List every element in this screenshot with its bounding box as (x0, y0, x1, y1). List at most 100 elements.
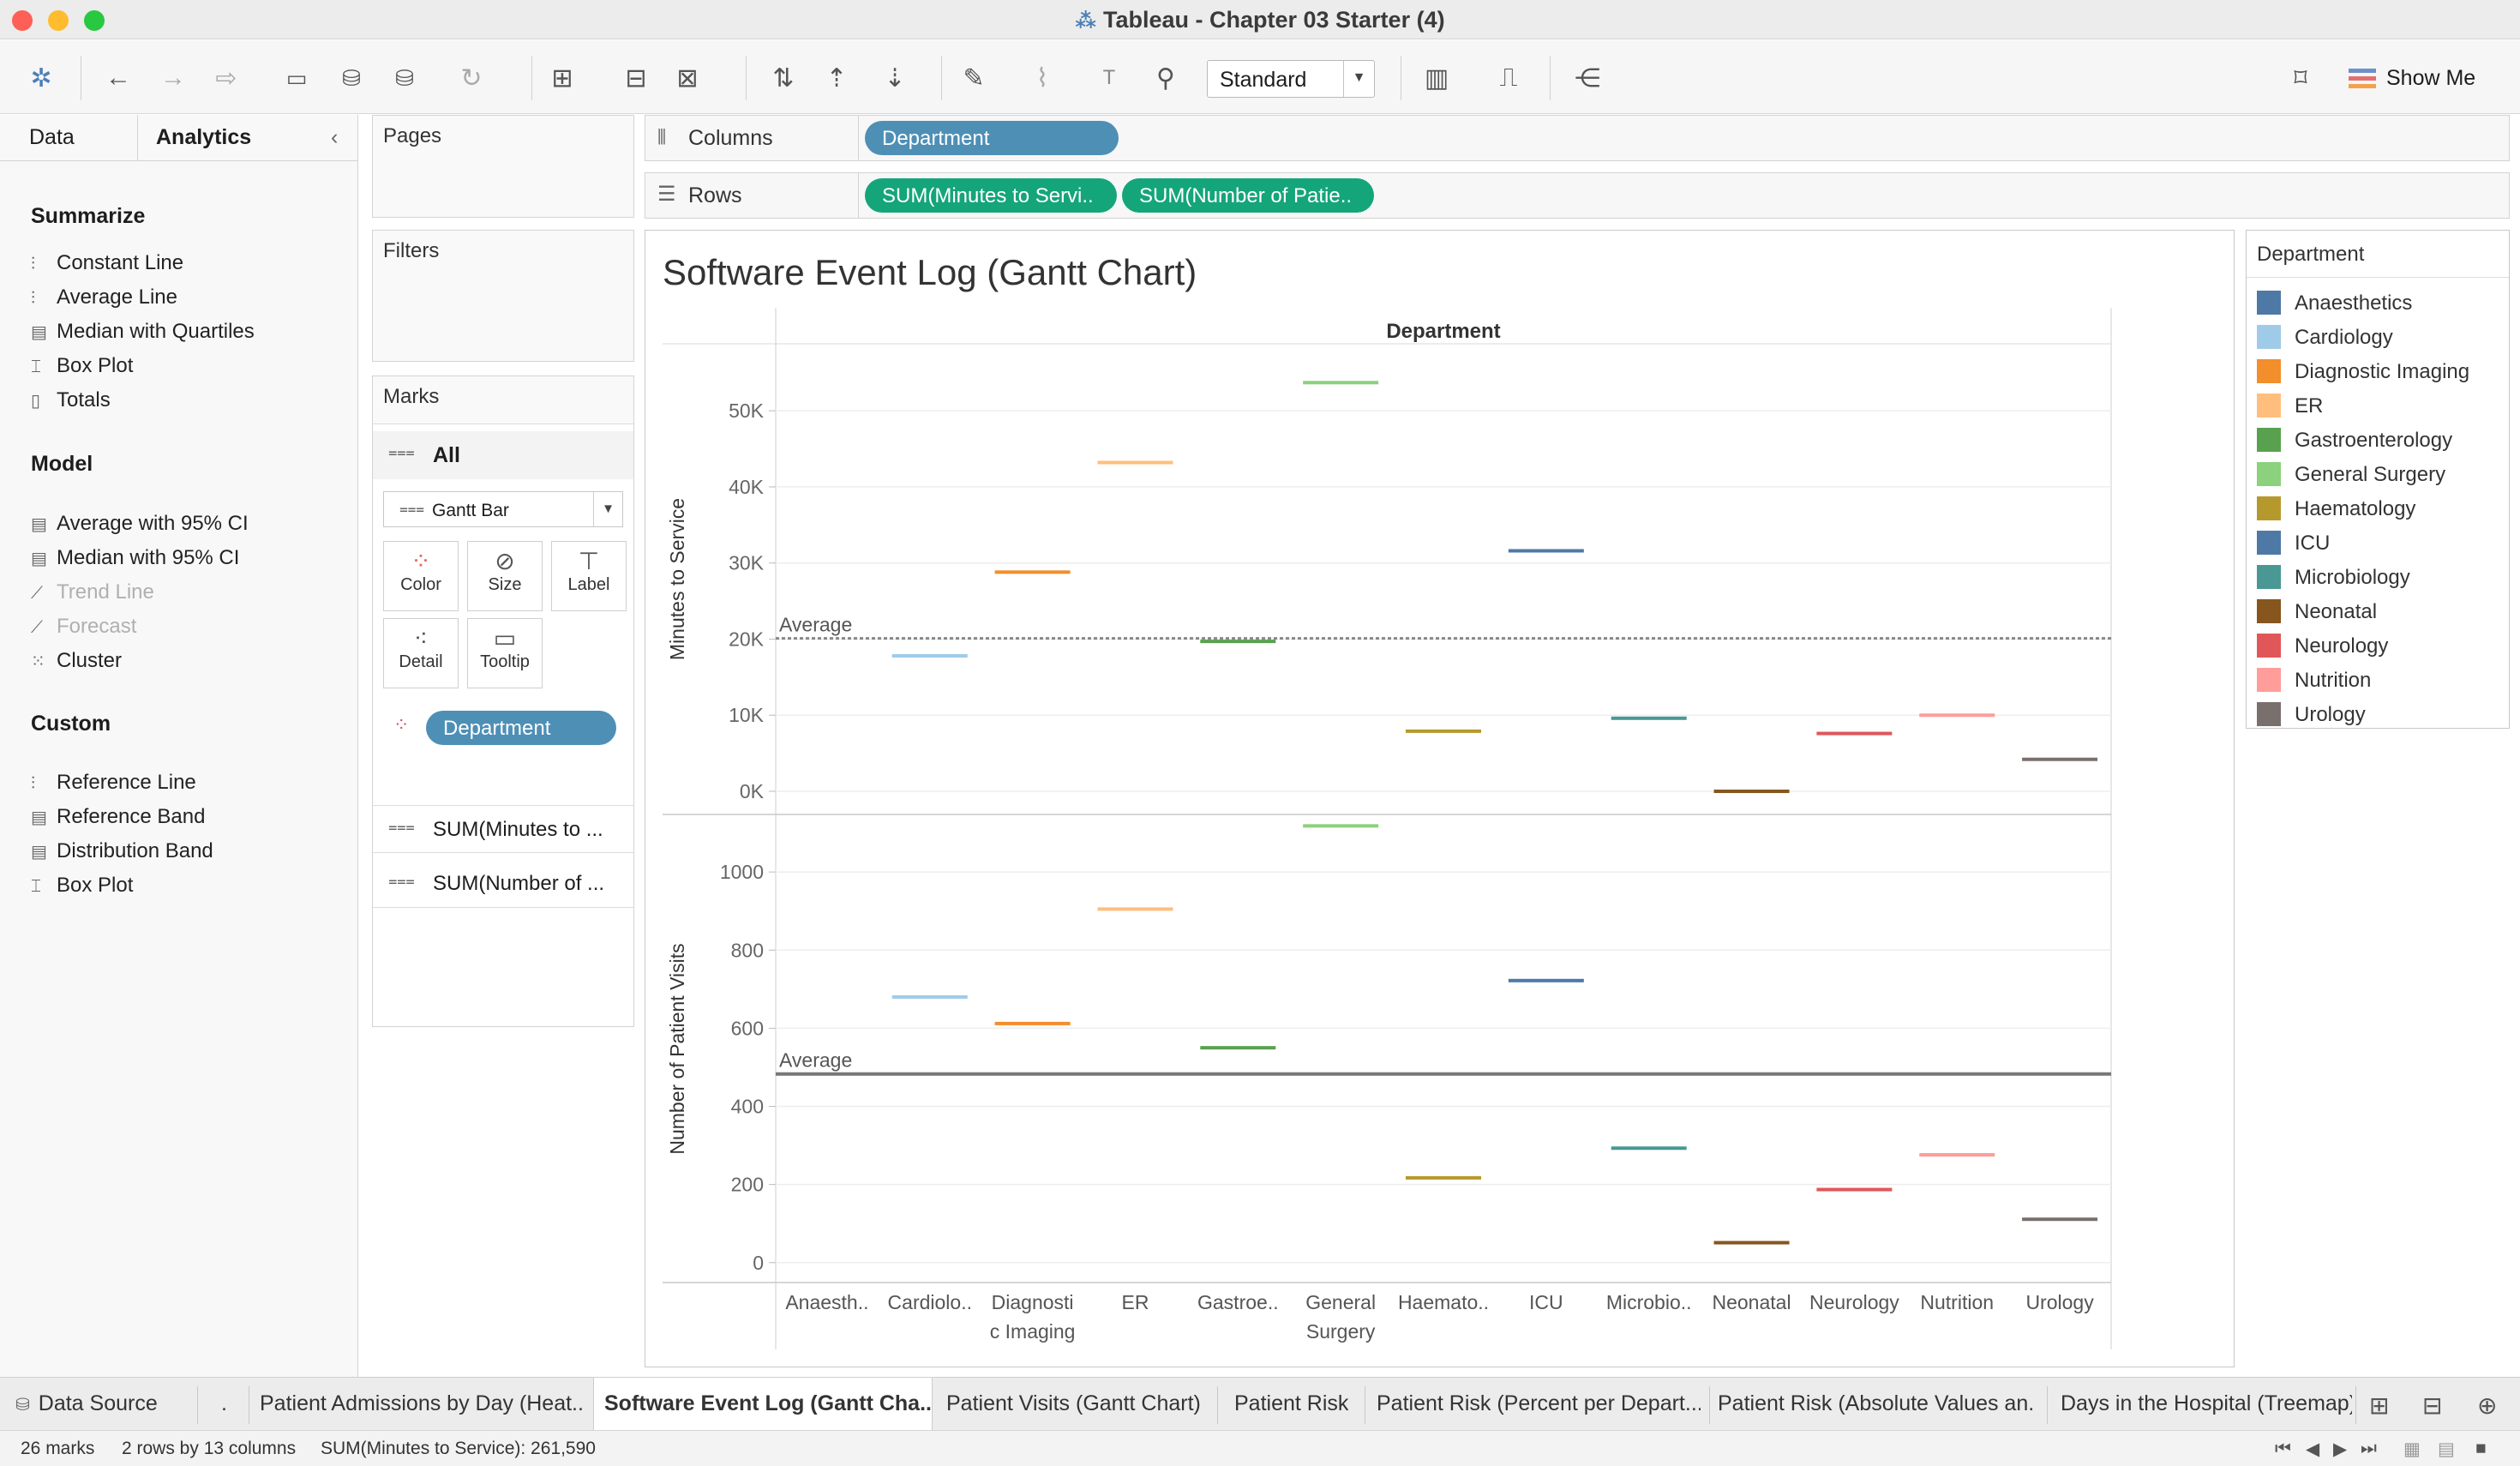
legend-item-label[interactable]: General Surgery (2295, 463, 2445, 487)
department-color-legend[interactable]: Department Anaesthetics Cardiology Diagnos… (2246, 230, 2510, 729)
legend-swatch[interactable] (2257, 462, 2281, 486)
legend-item-label[interactable]: Gastroenterology (2295, 429, 2452, 453)
gantt-mark[interactable] (1816, 731, 1893, 736)
filmstrip-icon[interactable]: ▤ (2438, 1439, 2455, 1460)
legend-item-label[interactable]: Neonatal (2295, 600, 2377, 624)
legend-swatch[interactable] (2257, 634, 2281, 658)
rows-patients-pill[interactable]: SUM(Number of Patie.. (1122, 178, 1374, 213)
legend-swatch[interactable] (2257, 565, 2281, 589)
clear-sheet-icon[interactable]: ⊠ (670, 61, 705, 95)
legend-swatch[interactable] (2257, 702, 2281, 726)
undo-icon[interactable]: ← (101, 61, 135, 95)
analytics-item[interactable]: ⁙ Cluster (31, 649, 122, 673)
legend-item-label[interactable]: ICU (2295, 532, 2330, 556)
gantt-mark[interactable] (1303, 824, 1379, 828)
gantt-mark[interactable] (1200, 1046, 1276, 1050)
legend-item-label[interactable]: Urology (2295, 703, 2366, 727)
legend-swatch[interactable] (2257, 325, 2281, 349)
mark-type-select[interactable]: ⩶ Gantt Bar ▼ (383, 491, 623, 527)
format-painter-icon[interactable]: ⌑ (2283, 61, 2318, 95)
analytics-item[interactable]: ▤ Median with Quartiles (31, 320, 255, 344)
sort-ascending-icon[interactable]: ⇡ (819, 61, 854, 95)
next-sheet-icon[interactable]: ▶ (2333, 1439, 2347, 1460)
gantt-mark[interactable] (1406, 729, 1481, 733)
marks-measure-tab[interactable]: ⩶ SUM(Number of ... (373, 860, 633, 908)
gantt-mark[interactable] (1611, 1146, 1687, 1151)
gantt-mark[interactable] (1919, 713, 1995, 718)
columns-shelf[interactable]: ⫴ Columns Department (645, 115, 2510, 161)
gantt-mark[interactable] (1406, 1175, 1481, 1180)
gantt-mark[interactable] (1611, 716, 1687, 720)
data-source-tab[interactable]: ⛁ Data Source (15, 1378, 158, 1431)
duplicate-sheet-icon[interactable]: ⊟ (619, 61, 653, 95)
analytics-item[interactable]: ▤ Median with 95% CI (31, 546, 239, 570)
color-button[interactable]: ⁘ Color (383, 541, 459, 611)
tab-data[interactable]: Data (29, 125, 75, 150)
analytics-item[interactable]: ⌶ Box Plot (31, 354, 133, 378)
sheet-sorter-icon[interactable]: ▦ (2403, 1439, 2421, 1460)
gantt-mark[interactable] (994, 570, 1071, 574)
analytics-item[interactable]: ▯ Totals (31, 388, 111, 412)
gantt-mark[interactable] (1200, 640, 1276, 644)
legend-item-label[interactable]: Cardiology (2295, 326, 2393, 350)
gantt-mark[interactable] (1303, 381, 1379, 385)
department-color-pill[interactable]: Department (426, 711, 616, 745)
legend-item-label[interactable]: Anaesthetics (2295, 291, 2412, 315)
legend-item-label[interactable]: Haematology (2295, 497, 2415, 521)
new-story-tab-icon[interactable]: ⊕ (2477, 1378, 2497, 1431)
new-worksheet-tab-icon[interactable]: ⊞ (2369, 1378, 2389, 1431)
show-cards-icon[interactable]: ▥ (1419, 61, 1454, 95)
legend-item-label[interactable]: ER (2295, 394, 2323, 418)
columns-department-pill[interactable]: Department (865, 121, 1119, 155)
rows-minutes-pill[interactable]: SUM(Minutes to Servi.. (865, 178, 1117, 213)
collapse-pane-icon[interactable]: ‹ (331, 125, 338, 150)
new-dashboard-tab-icon[interactable]: ⊟ (2422, 1378, 2442, 1431)
marks-measure-tab[interactable]: ⩶ SUM(Minutes to ... (373, 805, 633, 853)
analytics-item[interactable]: ⫶ Constant Line (31, 251, 183, 275)
rows-shelf[interactable]: ☰ Rows SUM(Minutes to Servi.. SUM(Number… (645, 172, 2510, 219)
legend-swatch[interactable] (2257, 496, 2281, 520)
marks-all-tab[interactable]: ⩶ All (373, 431, 633, 479)
tabs-view-icon[interactable]: ■ (2475, 1439, 2487, 1459)
sheet-tabs-overflow[interactable]: . (221, 1378, 227, 1431)
gantt-mark[interactable] (2022, 1217, 2098, 1222)
view-size-select[interactable]: Standard ▼ (1207, 60, 1375, 98)
sheet-tab-active[interactable]: Software Event Log (Gantt Cha... (593, 1378, 933, 1431)
analytics-item[interactable]: ⫶ Average Line (31, 285, 177, 309)
gantt-mark[interactable] (1713, 1241, 1790, 1245)
analytics-item[interactable]: ▤ Average with 95% CI (31, 512, 249, 536)
analytics-item[interactable]: ⟋ Trend Line (31, 580, 154, 604)
last-sheet-icon[interactable]: ⏭ (2361, 1439, 2377, 1459)
legend-swatch[interactable] (2257, 428, 2281, 452)
gantt-mark[interactable] (994, 1021, 1071, 1025)
new-worksheet-icon[interactable]: ⊞ (545, 61, 579, 95)
pause-updates-icon[interactable]: ⛁ (387, 61, 422, 95)
sheet-tab[interactable]: Patient Visits (Gantt Chart) (946, 1378, 1201, 1431)
legend-swatch[interactable] (2257, 359, 2281, 383)
swap-rows-columns-icon[interactable]: ⇅ (766, 61, 801, 95)
gantt-mark[interactable] (1816, 1187, 1893, 1192)
gantt-mark[interactable] (891, 654, 968, 658)
gantt-mark[interactable] (1508, 978, 1584, 982)
new-data-source-icon[interactable]: ⛁ (334, 61, 369, 95)
legend-swatch[interactable] (2257, 531, 2281, 555)
size-button[interactable]: ⊘ Size (467, 541, 543, 611)
legend-swatch[interactable] (2257, 394, 2281, 418)
gantt-mark[interactable] (1508, 549, 1584, 553)
legend-item-label[interactable]: Nutrition (2295, 669, 2371, 693)
gantt-mark[interactable] (891, 994, 968, 999)
legend-swatch[interactable] (2257, 668, 2281, 692)
prev-sheet-icon[interactable]: ◀ (2306, 1439, 2319, 1460)
legend-swatch[interactable] (2257, 599, 2281, 623)
legend-item-label[interactable]: Diagnostic Imaging (2295, 360, 2469, 384)
first-sheet-icon[interactable]: ⏮ (2275, 1439, 2291, 1459)
gantt-mark[interactable] (2022, 757, 2098, 761)
forward-icon[interactable]: ⇨ (209, 61, 243, 95)
tableau-home-icon[interactable]: ✲ (24, 61, 58, 95)
sheet-tab[interactable]: Days in the Hospital (Treemap) (2061, 1378, 2352, 1431)
sheet-tab[interactable]: Patient Admissions by Day (Heat... (260, 1378, 585, 1431)
show-me-button[interactable]: Show Me (2349, 66, 2475, 91)
gantt-chart[interactable]: Software Event Log (Gantt Chart) Departm… (645, 231, 2234, 1367)
analytics-item[interactable]: ⌶ Box Plot (31, 874, 133, 898)
legend-swatch[interactable] (2257, 291, 2281, 315)
